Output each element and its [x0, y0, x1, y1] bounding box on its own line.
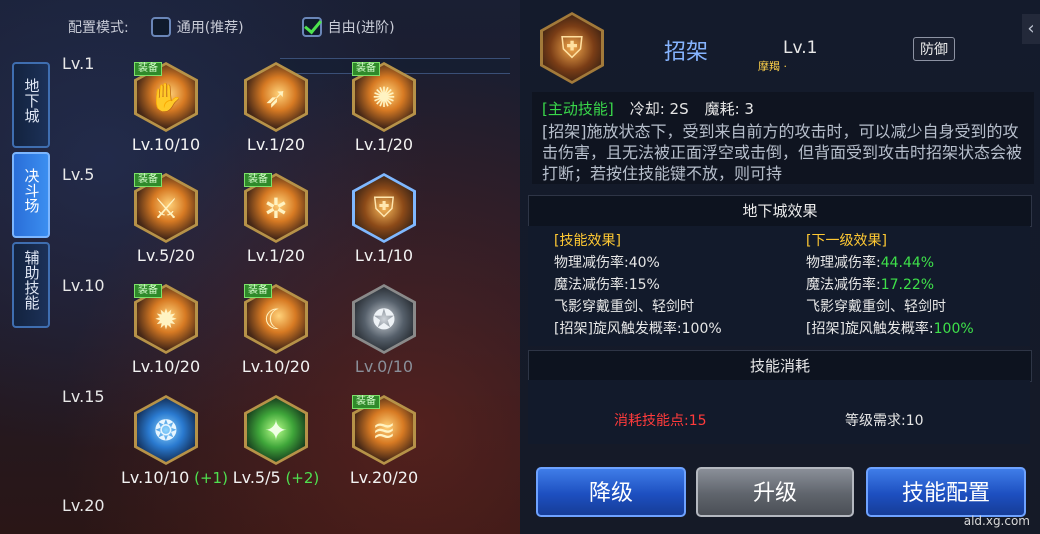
config-option-general[interactable]: 通用(推荐) [150, 17, 244, 37]
watermark: ald.xg.com [963, 514, 1030, 528]
config-option-free[interactable]: 自由(进阶) [301, 17, 395, 37]
checkbox-free[interactable] [301, 17, 322, 37]
skill-slot[interactable]: ➶ Lv.1/20 [231, 62, 321, 154]
effect-line: 飞影穿戴重剑、轻剑时 [554, 299, 694, 315]
equipped-badge: 装备 [244, 173, 272, 187]
skill-slot[interactable]: 装备 ✹ Lv.10/20 [121, 284, 211, 376]
tab-support-skills[interactable]: 辅助技能 [12, 242, 50, 328]
skill-description: [招架]施放状态下，受到来自前方的攻击时，可以减少自身受到的攻击伤害，且无法被正… [542, 122, 1023, 183]
effects-table: [技能效果] 物理减伤率:40% 魔法减伤率:15% 飞影穿戴重剑、轻剑时 [招… [528, 226, 1030, 346]
consumption-title: 技能消耗 [528, 350, 1032, 382]
level-label: Lv.20 [62, 496, 105, 515]
skill-slot[interactable]: 装备 ✋ Lv.10/10 [121, 62, 211, 154]
skill-name: 招架 [664, 40, 709, 65]
active-skill-tag: [主动技能] [542, 100, 614, 118]
green-blade-icon[interactable]: ✦ [244, 395, 308, 465]
level-label: Lv.10 [62, 276, 105, 295]
skill-level-text: Lv.5/20 [136, 246, 196, 265]
equipped-badge: 装备 [352, 395, 380, 409]
mana-cost-text: 魔耗: 3 [704, 100, 754, 118]
next-effect-column: [下一级效果] 物理减伤率:44.44% 魔法减伤率:17.22% 飞影穿戴重剑… [806, 230, 974, 340]
skill-level-text: Lv.1/20 [354, 135, 414, 154]
equipped-badge: 装备 [134, 173, 162, 187]
skill-slot[interactable]: ⛨ Lv.1/10 [339, 173, 429, 265]
wind-slash-icon[interactable]: ➶ [244, 62, 308, 132]
skill-level-text: Lv.10/20 [131, 357, 201, 376]
parry-shield-icon[interactable]: ⛨ [352, 173, 416, 243]
consumption-box: 消耗技能点:15 等级需求:10 [528, 380, 1030, 444]
config-option-free-label: 自由(进阶) [327, 20, 395, 36]
effect-line: 魔法减伤率:15% [554, 277, 660, 293]
chevron-left-icon[interactable]: ‹ [1022, 14, 1040, 44]
effect-line: [招架]旋风触发概率:100% [806, 321, 974, 337]
level-label: Lv.5 [62, 165, 95, 184]
skill-slot[interactable]: 装备 ✲ Lv.1/20 [231, 173, 321, 265]
side-tabs: 地下城 决斗场 辅助技能 [12, 62, 50, 332]
tab-arena-label: 决斗场 [22, 168, 41, 213]
cooldown-text: 冷却: 2S [629, 100, 689, 118]
level-label: Lv.1 [62, 54, 95, 73]
skill-type-badge: 防御 [913, 37, 955, 61]
next-effect-header: [下一级效果] [806, 233, 887, 249]
bonus-level-text: (+1) [189, 469, 228, 487]
skill-slot[interactable]: 装备 ≋ Lv.20/20 [339, 395, 429, 487]
parry-shield-icon: ⛨ [540, 12, 604, 84]
level-requirement: 等级需求:10 [845, 413, 924, 429]
skill-slot[interactable]: 装备 ☾ Lv.10/20 [231, 284, 321, 376]
skill-slot[interactable]: ✦ Lv.5/5 (+2) [231, 395, 321, 487]
skill-sub-tag: 摩羯 · [758, 60, 787, 73]
checkbox-general[interactable] [150, 17, 171, 37]
config-mode-row: 配置模式: 通用(推荐) 自由(进阶) [68, 16, 395, 38]
equipped-badge: 装备 [134, 284, 162, 298]
skill-description-box: [主动技能] 冷却: 2S 魔耗: 3 [招架]施放状态下，受到来自前方的攻击时… [532, 92, 1034, 184]
skill-detail-panel: ⛨ 招架 Lv.1 摩羯 · 防御 ‹ [主动技能] 冷却: 2S 魔耗: 3 … [520, 0, 1040, 534]
upgrade-button[interactable]: 升级 [696, 467, 854, 517]
effect-line: [招架]旋风触发概率:100% [554, 321, 722, 337]
effect-line: 物理减伤率:40% [554, 255, 660, 271]
wolf-head-icon[interactable]: ✪ [352, 284, 416, 354]
dungeon-effect-title: 地下城效果 [528, 195, 1032, 227]
effect-line: 物理减伤率:44.44% [806, 255, 935, 271]
skill-level: Lv.1 [783, 38, 818, 58]
skill-meta-row: [主动技能] 冷却: 2S 魔耗: 3 [532, 92, 1034, 119]
config-mode-label: 配置模式: [68, 20, 129, 36]
skill-level-text: Lv.10/10 [131, 135, 201, 154]
effect-line: 魔法减伤率:17.22% [806, 277, 935, 293]
skill-points-cost: 消耗技能点:15 [614, 413, 707, 429]
level-label: Lv.15 [62, 387, 105, 406]
current-effect-header: [技能效果] [554, 233, 621, 249]
skill-level-text: Lv.10/20 [241, 357, 311, 376]
equipped-badge: 装备 [244, 284, 272, 298]
equipped-badge: 装备 [134, 62, 162, 76]
config-option-general-label: 通用(推荐) [176, 20, 244, 36]
skill-level-text: Lv.0/10 [354, 357, 414, 376]
skill-slot[interactable]: 装备 ⚔ Lv.5/20 [121, 173, 211, 265]
bonus-level-text: (+2) [280, 469, 320, 487]
tab-support-skills-label: 辅助技能 [22, 250, 41, 310]
downgrade-button[interactable]: 降级 [536, 467, 686, 517]
skill-config-button[interactable]: 技能配置 [866, 467, 1026, 517]
skill-tree-panel: 配置模式: 通用(推荐) 自由(进阶) 地下城 决斗场 辅助技能 Lv.1 Lv… [0, 0, 520, 534]
skill-slot[interactable]: ❂ Lv.10/10 (+1) [121, 395, 228, 487]
skill-slot[interactable]: 装备 ✺ Lv.1/20 [339, 62, 429, 154]
orbs-icon[interactable]: ❂ [134, 395, 198, 465]
equipped-badge: 装备 [352, 62, 380, 76]
tab-arena[interactable]: 决斗场 [12, 152, 50, 238]
skill-level-text: Lv.5/5 (+2) [232, 468, 320, 487]
skill-slot[interactable]: ✪ Lv.0/10 [339, 284, 429, 376]
tab-dungeon[interactable]: 地下城 [12, 62, 50, 148]
skill-level-text: Lv.1/20 [246, 135, 306, 154]
skill-level-text: Lv.10/10 (+1) [121, 468, 228, 487]
tab-dungeon-label: 地下城 [22, 78, 41, 123]
skill-level-text: Lv.1/20 [246, 246, 306, 265]
current-effect-column: [技能效果] 物理减伤率:40% 魔法减伤率:15% 飞影穿戴重剑、轻剑时 [招… [554, 230, 722, 340]
effect-line: 飞影穿戴重剑、轻剑时 [806, 299, 946, 315]
skill-level-text: Lv.20/20 [349, 468, 419, 487]
skill-level-text: Lv.1/10 [354, 246, 414, 265]
